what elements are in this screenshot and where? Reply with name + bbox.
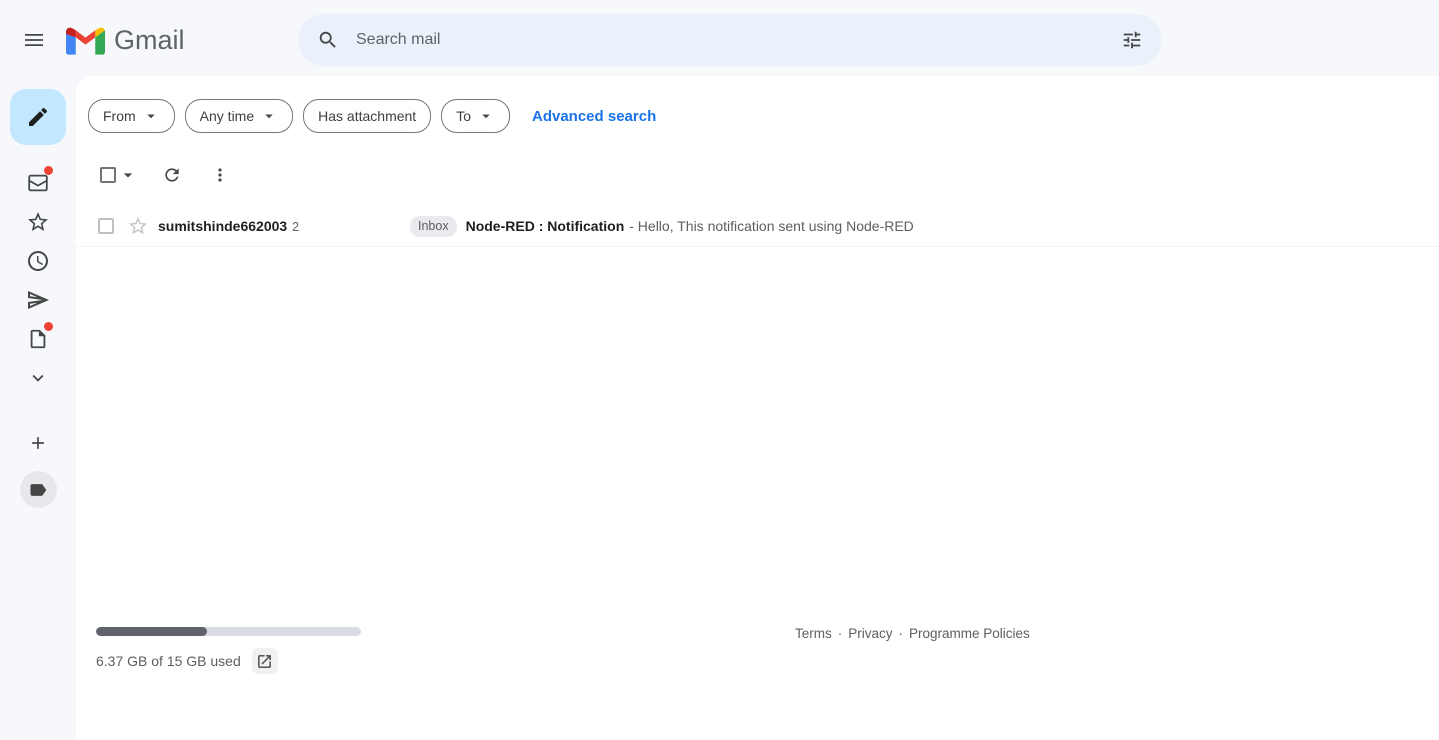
email-thread-count: 2 (292, 220, 299, 234)
sidebar-item-starred[interactable] (14, 202, 62, 241)
create-label-button[interactable] (14, 423, 62, 462)
mail-panel: From Any time Has attachment To Advanced… (76, 76, 1439, 740)
email-sender: sumitshinde662003 (158, 218, 287, 234)
refresh-icon (162, 165, 182, 185)
sidebar-item-inbox[interactable] (14, 163, 62, 202)
legal-footer: Terms · Privacy · Programme Policies (795, 626, 1030, 641)
search-bar (298, 14, 1162, 66)
sidebar-item-sent[interactable] (14, 280, 62, 319)
drafts-unread-dot (44, 322, 53, 331)
gmail-wordmark: Gmail (114, 25, 185, 56)
send-icon (26, 288, 50, 312)
select-dropdown-arrow-icon[interactable] (118, 165, 138, 185)
chip-from[interactable]: From (88, 99, 175, 133)
dropdown-arrow-icon (260, 107, 278, 125)
search-options-button[interactable] (1110, 18, 1154, 62)
select-all-group (100, 165, 138, 185)
select-all-checkbox[interactable] (100, 167, 116, 183)
email-subject: Node-RED : Notification (466, 218, 625, 234)
terms-link[interactable]: Terms (795, 626, 832, 641)
search-chips-row: From Any time Has attachment To Advanced… (76, 76, 1439, 133)
email-star-toggle[interactable] (127, 215, 149, 237)
search-icon (317, 29, 339, 51)
more-vert-icon (210, 165, 230, 185)
sidebar-item-snoozed[interactable] (14, 241, 62, 280)
main-menu-button[interactable] (10, 16, 58, 64)
sidebar-nav (14, 163, 62, 397)
star-outline-icon (127, 215, 149, 237)
advanced-search-link[interactable]: Advanced search (532, 108, 656, 125)
chip-any-time-label: Any time (200, 108, 254, 124)
draft-file-icon (27, 328, 49, 350)
email-checkbox[interactable] (98, 218, 114, 234)
sidebar-item-drafts[interactable] (14, 319, 62, 358)
storage-progress-fill (96, 627, 207, 636)
search-input[interactable] (350, 31, 1110, 49)
gmail-logo[interactable]: Gmail (66, 22, 185, 58)
manage-storage-button[interactable] (252, 648, 278, 674)
footer-separator: · (838, 626, 843, 641)
gmail-m-icon (66, 25, 105, 55)
footer-separator: · (899, 626, 904, 641)
privacy-link[interactable]: Privacy (848, 626, 892, 641)
dropdown-arrow-icon (142, 107, 160, 125)
labels-button[interactable] (20, 471, 57, 508)
chip-to-label: To (456, 108, 471, 124)
storage-usage-text: 6.37 GB of 15 GB used (96, 653, 241, 669)
plus-icon (28, 433, 48, 453)
more-options-button[interactable] (200, 155, 240, 195)
star-icon (26, 210, 50, 234)
dropdown-arrow-icon (477, 107, 495, 125)
chip-has-attachment[interactable]: Has attachment (303, 99, 431, 133)
header: Gmail (0, 0, 1439, 76)
refresh-button[interactable] (152, 155, 192, 195)
inbox-label-badge[interactable]: Inbox (410, 216, 457, 237)
pencil-icon (26, 105, 50, 129)
list-toolbar (76, 155, 1439, 195)
inbox-unread-dot (44, 166, 53, 175)
chip-any-time[interactable]: Any time (185, 99, 293, 133)
storage-section: 6.37 GB of 15 GB used (96, 627, 361, 674)
email-row[interactable]: sumitshinde662003 2 Inbox Node-RED : Not… (76, 206, 1439, 247)
sidebar-more-button[interactable] (14, 358, 62, 397)
chip-has-attachment-label: Has attachment (318, 108, 416, 124)
email-snippet: - Hello, This notification sent using No… (629, 218, 914, 234)
chip-from-label: From (103, 108, 136, 124)
tune-sliders-icon (1121, 29, 1143, 51)
label-tag-icon (28, 480, 48, 500)
programme-policies-link[interactable]: Programme Policies (909, 626, 1030, 641)
search-submit-button[interactable] (306, 18, 350, 62)
hamburger-icon (22, 28, 46, 52)
compose-button[interactable] (10, 89, 66, 145)
sidebar (0, 76, 76, 740)
clock-icon (26, 249, 50, 273)
chip-to[interactable]: To (441, 99, 510, 133)
email-sender-block: sumitshinde662003 2 (158, 218, 410, 234)
storage-progress-track (96, 627, 361, 636)
open-in-new-icon (256, 653, 273, 670)
chevron-down-icon (27, 367, 49, 389)
